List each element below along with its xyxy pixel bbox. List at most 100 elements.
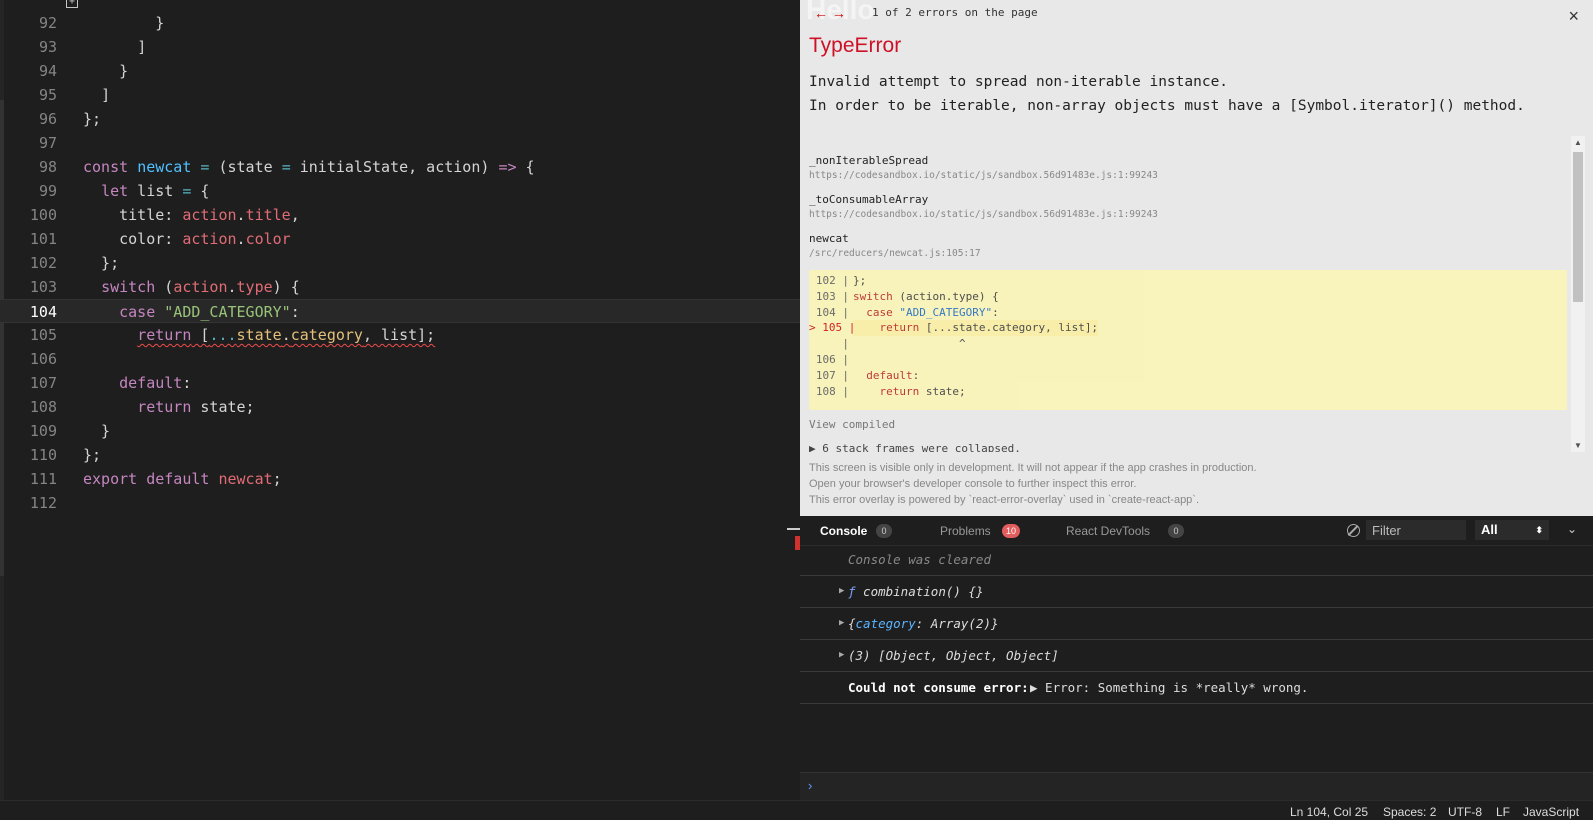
indentation[interactable]: Spaces: 2: [1383, 805, 1436, 819]
code-text[interactable]: }: [83, 11, 164, 35]
prompt-chevron-icon: ›: [808, 778, 813, 793]
code-line[interactable]: 112: [0, 491, 800, 515]
console-log-row[interactable]: ▶ {category: Array(2)}: [800, 608, 1593, 640]
snippet-gutter: 106 |: [815, 353, 849, 366]
line-number: 96: [38, 110, 57, 128]
code-line[interactable]: 93 ]: [0, 35, 800, 59]
code-line[interactable]: 99 let list = {: [0, 179, 800, 203]
code-line[interactable]: 110};: [0, 443, 800, 467]
snippet-gutter: |: [842, 337, 849, 351]
code-text[interactable]: ]: [83, 35, 146, 59]
console-input[interactable]: ›: [800, 772, 1593, 800]
code-text[interactable]: let list = {: [83, 179, 209, 203]
code-line[interactable]: 104 case "ADD_CATEGORY":: [0, 299, 800, 323]
stack-frame-location[interactable]: https://codesandbox.io/static/js/sandbox…: [809, 209, 1158, 220]
view-compiled-link[interactable]: View compiled: [809, 418, 895, 431]
clear-console-icon[interactable]: [1347, 524, 1360, 537]
scroll-down-icon[interactable]: ▼: [1574, 441, 1582, 450]
error-value[interactable]: ▶ Error: Something is *really* wrong.: [1030, 680, 1308, 695]
line-number: 108: [29, 398, 57, 416]
snippet-code: return state;: [879, 384, 966, 398]
stack-frame-location[interactable]: /src/reducers/newcat.js:105:17: [809, 248, 981, 259]
line-number: 103: [29, 278, 57, 296]
code-line[interactable]: 100 title: action.title,: [0, 203, 800, 227]
code-text[interactable]: };: [83, 443, 101, 467]
snippet-line: > 105 | return [...state.category, list]…: [809, 320, 1567, 337]
line-number: 93: [38, 38, 57, 56]
expand-triangle-icon[interactable]: ▶: [839, 618, 844, 628]
code-line[interactable]: 108 return state;: [0, 395, 800, 419]
fold-expand-icon[interactable]: +: [66, 0, 78, 8]
line-number: 97: [38, 134, 57, 152]
source-snippet: 102 |}; 103 | switch (action.type) {104 | …: [809, 270, 1567, 410]
tab-react-devtools[interactable]: React DevTools: [1066, 524, 1150, 538]
snippet-line: 107 | default:: [809, 368, 1567, 384]
react-devtools-count-badge: 0: [1168, 524, 1184, 538]
stack-trace[interactable]: _nonIterableSpread https://codesandbox.i…: [800, 136, 1570, 452]
stack-frame-function: _toConsumableArray: [809, 193, 929, 206]
code-line[interactable]: 106: [0, 347, 800, 371]
code-text[interactable]: }: [83, 419, 110, 443]
code-line[interactable]: 102 };: [0, 251, 800, 275]
code-line[interactable]: 101 color: action.color: [0, 227, 800, 251]
code-line[interactable]: 107 default:: [0, 371, 800, 395]
code-line[interactable]: 96};: [0, 107, 800, 131]
chevron-down-icon[interactable]: ⌄: [1567, 522, 1577, 536]
devtools-tabs: Console 0 Problems 10 React DevTools 0 A…: [800, 516, 1593, 546]
console-cleared-text: Console was cleared: [848, 552, 991, 567]
code-line[interactable]: 109 }: [0, 419, 800, 443]
line-ending[interactable]: LF: [1496, 805, 1510, 819]
code-line[interactable]: 94 }: [0, 59, 800, 83]
footer-note: This screen is visible only in developme…: [809, 462, 1257, 474]
scrollbar-thumb[interactable]: [1573, 152, 1583, 302]
status-bar: Ln 104, Col 25 Spaces: 2 UTF-8 LF JavaSc…: [0, 800, 1593, 820]
snippet-gutter: 108 |: [815, 384, 849, 398]
snippet-code: return [...state.category, list];: [853, 320, 1099, 337]
filter-input[interactable]: [1366, 520, 1466, 540]
expand-triangle-icon[interactable]: ▶: [839, 650, 844, 660]
line-number: 104: [29, 303, 57, 321]
stack-scrollbar[interactable]: ▲ ▼: [1571, 136, 1585, 452]
code-text[interactable]: switch (action.type) {: [83, 275, 300, 299]
console-log-row[interactable]: ▶ ƒ combination() {}: [800, 576, 1593, 608]
code-editor[interactable]: 92 } 93 ] 94 } 95 ] 96}; 97 98 const newcat = (…: [0, 0, 800, 800]
code-text[interactable]: const newcat = (state = initialState, ac…: [83, 155, 535, 179]
line-number: 112: [29, 494, 57, 512]
log-level-select[interactable]: All ⬍: [1475, 520, 1549, 540]
code-text[interactable]: title: action.title,: [83, 203, 300, 227]
code-text[interactable]: };: [83, 107, 101, 131]
code-line[interactable]: 111 export default newcat;: [0, 467, 800, 491]
code-text[interactable]: case "ADD_CATEGORY":: [83, 300, 300, 324]
code-line[interactable]: 103 switch (action.type) {: [0, 275, 800, 299]
tab-console[interactable]: Console: [820, 524, 867, 538]
code-text[interactable]: return state;: [83, 395, 254, 419]
error-nav-arrows[interactable]: ← →: [814, 5, 846, 21]
code-text[interactable]: };: [83, 251, 119, 275]
log-level-value: All: [1481, 522, 1498, 537]
cursor-position[interactable]: Ln 104, Col 25: [1290, 805, 1368, 819]
code-text[interactable]: return [...state.category, list];: [83, 323, 435, 347]
scroll-up-icon[interactable]: ▲: [1574, 138, 1582, 147]
tab-problems[interactable]: Problems: [940, 524, 991, 538]
language-mode[interactable]: JavaScript: [1523, 805, 1579, 819]
encoding[interactable]: UTF-8: [1448, 805, 1482, 819]
code-text[interactable]: ]: [83, 83, 110, 107]
stack-frame-location[interactable]: https://codesandbox.io/static/js/sandbox…: [809, 170, 1158, 181]
close-overlay-button[interactable]: ×: [1568, 6, 1579, 27]
code-line[interactable]: 97: [0, 131, 800, 155]
snippet-code: default:: [866, 368, 920, 382]
line-number: 105: [29, 326, 57, 344]
code-text[interactable]: color: action.color: [83, 227, 291, 251]
code-line[interactable]: 98 const newcat = (state = initialState, …: [0, 155, 800, 179]
code-line[interactable]: 95 ]: [0, 83, 800, 107]
collapsed-frames-toggle[interactable]: ▶ 6 stack frames were collapsed.: [809, 442, 1021, 452]
console-log-row[interactable]: ▶ (3) [Object, Object, Object]: [800, 640, 1593, 672]
console-log-text: {category: Array(2)}: [848, 616, 999, 631]
expand-triangle-icon[interactable]: ▶: [839, 586, 844, 596]
code-line[interactable]: 92 }: [0, 11, 800, 35]
code-text[interactable]: export default newcat;: [83, 467, 282, 491]
snippet-line: 104 | case "ADD_CATEGORY":: [809, 305, 1567, 321]
code-text[interactable]: }: [83, 59, 128, 83]
code-text[interactable]: default:: [83, 371, 191, 395]
code-line[interactable]: 105 return [...state.category, list];: [0, 323, 800, 347]
